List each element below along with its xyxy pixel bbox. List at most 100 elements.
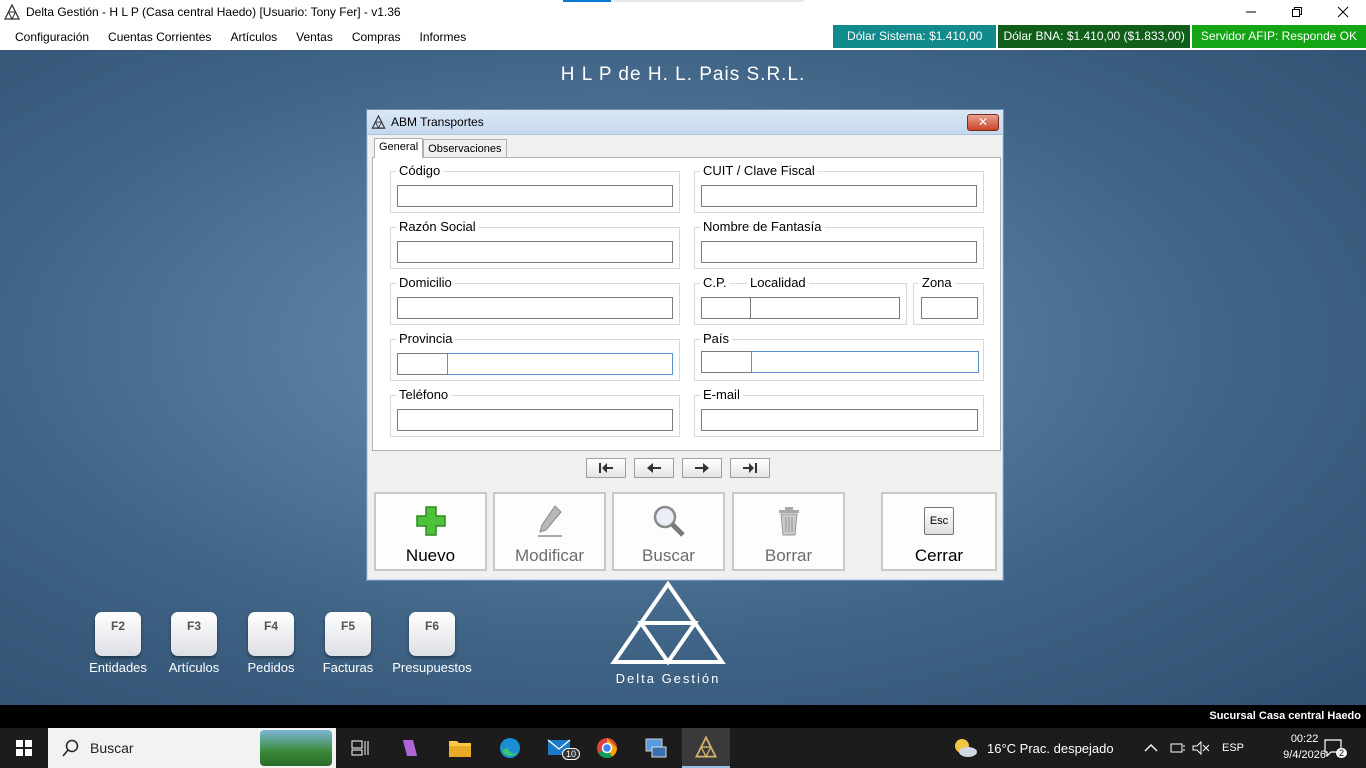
branch-label: Sucursal Casa central Haedo <box>1209 710 1361 722</box>
menu-informes[interactable]: Informes <box>410 24 476 50</box>
servidor-afip-badge: Servidor AFIP: Responde OK <box>1191 25 1366 48</box>
codigo-input[interactable] <box>397 185 673 207</box>
localidad-input[interactable] <box>750 297 900 319</box>
tab-observaciones[interactable]: Observaciones <box>423 139 507 158</box>
delta-gestion-taskbar-button[interactable] <box>682 728 730 768</box>
menu-bar: Configuración Cuentas Corrientes Artícul… <box>0 24 1366 50</box>
menu-configuracion[interactable]: Configuración <box>0 24 99 50</box>
dialog-title-bar: ABM Transportes <box>367 110 1003 135</box>
edge-button[interactable] <box>486 728 534 768</box>
shortcut-articulos[interactable]: F3 Artículos <box>154 612 234 675</box>
copilot-icon <box>403 740 417 756</box>
cerrar-button[interactable]: Esc Cerrar <box>881 492 997 571</box>
chrome-icon <box>597 738 618 759</box>
abm-transportes-dialog: ABM Transportes ✕ General Observaciones … <box>366 109 1004 581</box>
task-view-icon <box>351 740 369 756</box>
domicilio-input[interactable] <box>397 297 673 319</box>
shortcut-label: Pedidos <box>247 660 295 675</box>
taskbar-search[interactable]: Buscar <box>48 728 336 768</box>
tab-general[interactable]: General <box>374 138 424 158</box>
clock[interactable]: 00:22 9/4/2026 <box>1283 731 1326 763</box>
minimize-button[interactable] <box>1228 0 1274 24</box>
zona-group: Zona <box>913 275 984 325</box>
cuit-input[interactable] <box>701 185 977 207</box>
chrome-button[interactable] <box>583 728 631 768</box>
localidad-label: Localidad <box>747 275 809 290</box>
restore-button[interactable] <box>1274 0 1320 24</box>
nav-first-button[interactable] <box>586 458 626 478</box>
weather-widget[interactable]: 16°C Prac. despejado <box>952 728 1114 768</box>
nav-last-button[interactable] <box>730 458 770 478</box>
zona-input[interactable] <box>921 297 978 319</box>
mail-button[interactable]: 10 <box>536 728 584 768</box>
codigo-group: Código <box>390 163 680 213</box>
speaker-muted-icon[interactable] <box>1192 741 1210 755</box>
close-window-button[interactable] <box>1320 0 1366 24</box>
search-placeholder: Buscar <box>90 740 134 756</box>
shortcut-facturas[interactable]: F5 Facturas <box>308 612 388 675</box>
file-explorer-button[interactable] <box>436 728 484 768</box>
arrow-left-icon <box>647 463 661 473</box>
mail-badge: 10 <box>562 748 581 760</box>
dialog-close-button[interactable]: ✕ <box>967 114 999 131</box>
menu-compras[interactable]: Compras <box>342 24 410 50</box>
shortcut-entidades[interactable]: F2 Entidades <box>78 612 158 675</box>
trash-icon <box>778 507 799 536</box>
telefono-label: Teléfono <box>396 387 452 402</box>
dolar-bna-badge: Dólar BNA: $1.410,00 ($1.833,00) <box>998 25 1190 48</box>
borrar-label: Borrar <box>764 546 813 565</box>
telefono-input[interactable] <box>397 409 673 431</box>
nuevo-button[interactable]: Nuevo <box>374 492 487 571</box>
first-record-icon <box>599 463 613 473</box>
pais-name-input[interactable] <box>751 351 979 373</box>
nav-next-button[interactable] <box>682 458 722 478</box>
telefono-group: Teléfono <box>390 387 680 437</box>
menu-ventas[interactable]: Ventas <box>287 24 343 50</box>
arrow-right-icon <box>695 463 709 473</box>
cp-input[interactable] <box>701 297 751 319</box>
provincia-name-input[interactable] <box>447 353 673 375</box>
network-icon[interactable] <box>1170 741 1186 755</box>
shortcut-pedidos[interactable]: F4 Pedidos <box>231 612 311 675</box>
key-f5: F5 <box>325 612 371 656</box>
chevron-up-icon[interactable] <box>1144 743 1158 753</box>
domicilio-label: Domicilio <box>396 275 455 290</box>
modificar-button[interactable]: Modificar <box>493 492 606 571</box>
menu-cuentas-corrientes[interactable]: Cuentas Corrientes <box>99 24 221 50</box>
razon-social-input[interactable] <box>397 241 673 263</box>
start-button[interactable] <box>0 728 48 768</box>
dialog-title: ABM Transportes <box>391 115 484 129</box>
language-indicator[interactable]: ESP <box>1222 742 1244 754</box>
notification-badge: 2 <box>1336 748 1348 758</box>
minimize-icon <box>1246 11 1256 13</box>
system-tray: ESP <box>1144 728 1244 768</box>
weather-text: 16°C Prac. despejado <box>987 740 1114 756</box>
notification-center[interactable]: 2 <box>1324 728 1348 768</box>
provincia-code-input[interactable] <box>397 353 448 375</box>
razon-social-label: Razón Social <box>396 219 479 234</box>
provincia-group: Provincia <box>390 331 680 381</box>
weather-moon-cloud-icon <box>955 739 977 757</box>
razon-social-group: Razón Social <box>390 219 680 269</box>
pais-group: País <box>694 331 984 381</box>
email-label: E-mail <box>700 387 743 402</box>
folder-icon <box>449 741 471 757</box>
delta-app-icon <box>4 4 20 20</box>
shortcut-presupuestos[interactable]: F6 Presupuestos <box>392 612 472 675</box>
remote-desktop-button[interactable] <box>632 728 680 768</box>
task-view-button[interactable] <box>336 728 384 768</box>
copilot-button[interactable] <box>386 728 434 768</box>
pais-code-input[interactable] <box>701 351 752 373</box>
codigo-label: Código <box>396 163 444 178</box>
nombre-fantasia-input[interactable] <box>701 241 977 263</box>
shortcut-label: Artículos <box>168 660 220 675</box>
nav-prev-button[interactable] <box>634 458 674 478</box>
buscar-button[interactable]: Buscar <box>612 492 725 571</box>
restore-icon <box>1292 7 1302 17</box>
cp-localidad-group: C.P. Localidad <box>694 275 907 325</box>
title-accent-secondary <box>611 0 804 2</box>
menu-articulos[interactable]: Artículos <box>221 24 287 50</box>
borrar-button[interactable]: Borrar <box>732 492 845 571</box>
email-input[interactable] <box>701 409 978 431</box>
shortcut-label: Presupuestos <box>392 660 472 675</box>
